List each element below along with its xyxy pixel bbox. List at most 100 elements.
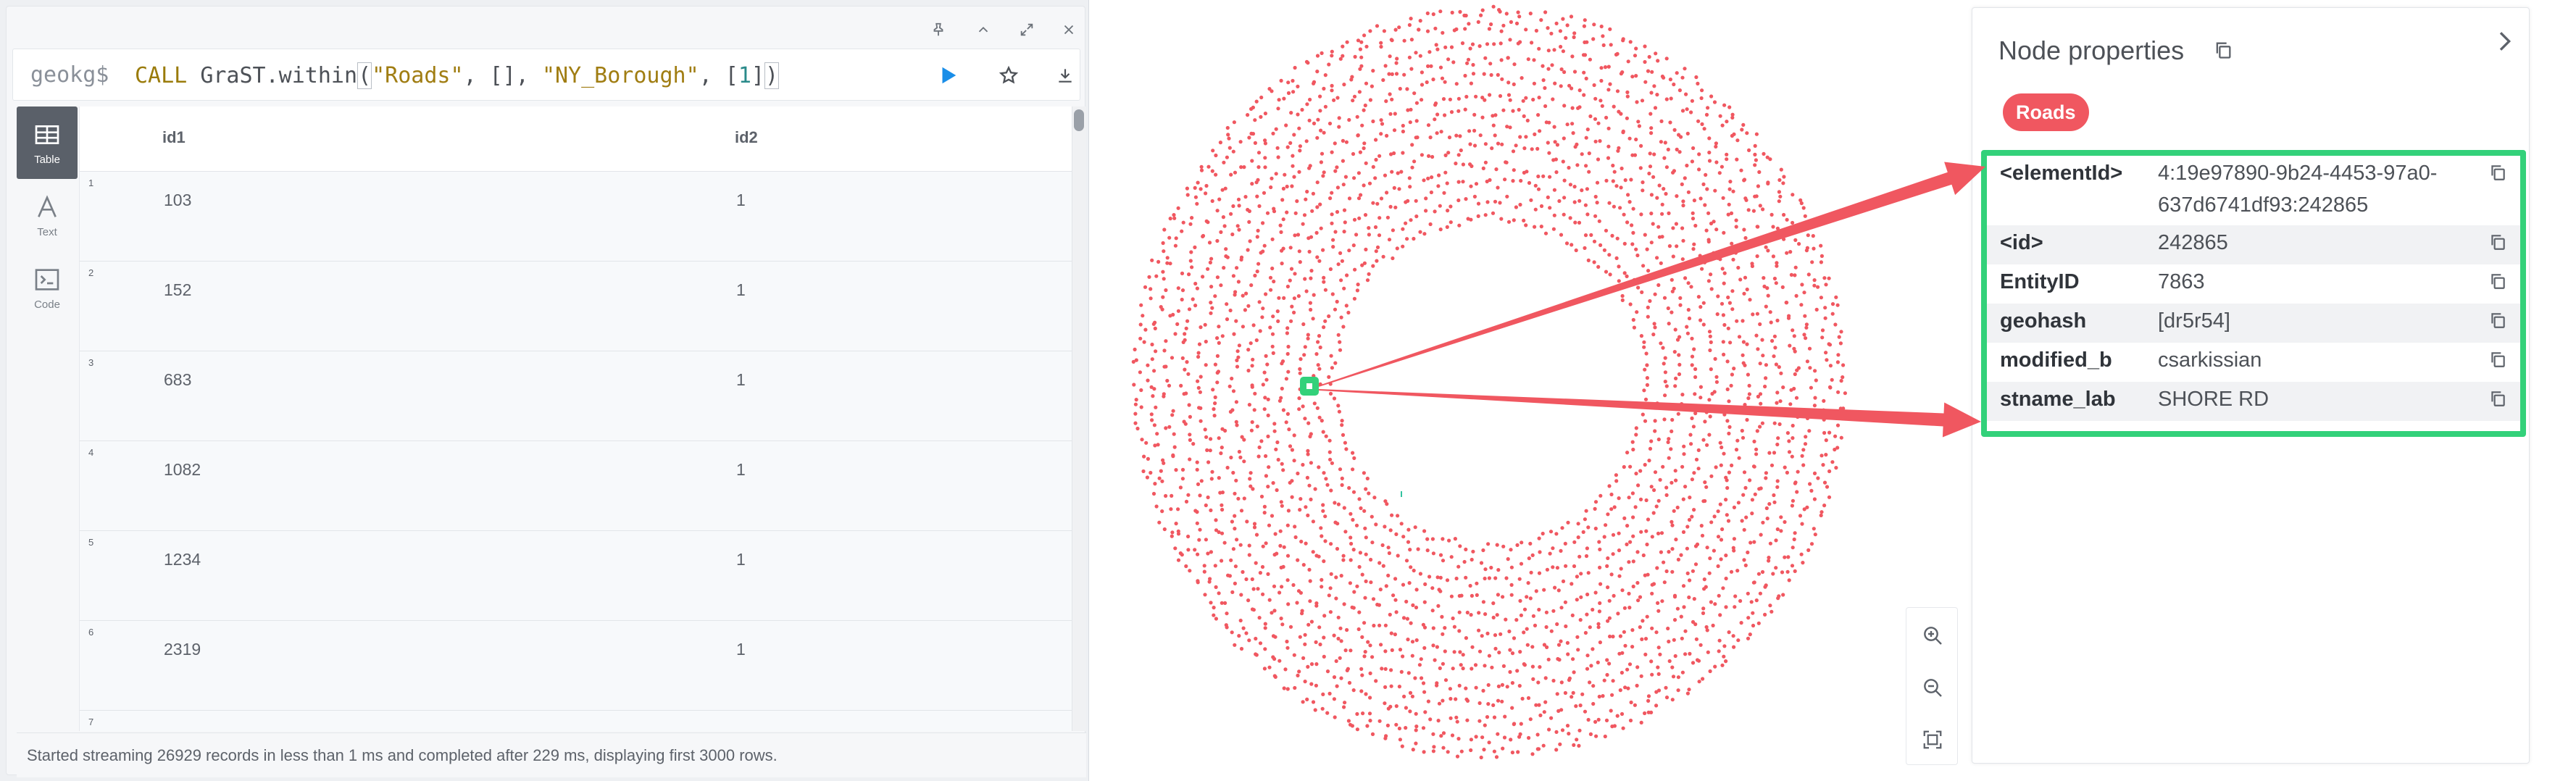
graph-node[interactable] (1483, 98, 1487, 102)
graph-node[interactable] (1667, 322, 1671, 326)
graph-node[interactable] (1218, 141, 1222, 145)
graph-node[interactable] (1463, 27, 1467, 31)
graph-node[interactable] (1408, 690, 1413, 696)
graph-node[interactable] (1598, 99, 1603, 103)
graph-node[interactable] (1663, 393, 1667, 398)
graph-node[interactable] (1681, 238, 1685, 243)
graph-node[interactable] (1572, 743, 1576, 747)
graph-node[interactable] (1340, 476, 1344, 481)
graph-node[interactable] (1356, 283, 1360, 287)
graph-node[interactable] (1534, 589, 1538, 593)
graph-canvas[interactable] (1090, 0, 1971, 781)
graph-node[interactable] (1176, 206, 1180, 210)
graph-node[interactable] (1363, 650, 1367, 654)
graph-node[interactable] (1804, 325, 1809, 330)
graph-node[interactable] (1664, 271, 1668, 275)
graph-node[interactable] (1787, 578, 1791, 582)
graph-node[interactable] (1430, 537, 1435, 541)
graph-node[interactable] (1401, 582, 1406, 587)
graph-node[interactable] (1220, 601, 1224, 605)
graph-node[interactable] (1410, 143, 1414, 147)
graph-node[interactable] (1679, 614, 1683, 619)
graph-node[interactable] (1642, 345, 1646, 349)
graph-node[interactable] (1220, 559, 1224, 563)
graph-node[interactable] (1286, 80, 1291, 85)
graph-node[interactable] (1514, 618, 1519, 622)
graph-node[interactable] (1461, 667, 1465, 671)
graph-node[interactable] (1694, 637, 1698, 641)
graph-node[interactable] (1233, 527, 1237, 531)
graph-node[interactable] (1433, 117, 1437, 122)
graph-node[interactable] (1176, 507, 1180, 511)
graph-node[interactable] (1743, 275, 1748, 280)
graph-node[interactable] (1475, 581, 1479, 585)
graph-node[interactable] (1757, 487, 1762, 491)
graph-node[interactable] (1222, 266, 1226, 270)
graph-node[interactable] (1465, 61, 1470, 65)
graph-node[interactable] (1572, 540, 1577, 544)
graph-node[interactable] (1299, 497, 1303, 501)
graph-node[interactable] (1457, 593, 1462, 598)
graph-node[interactable] (1686, 281, 1691, 285)
graph-node[interactable] (1209, 550, 1213, 554)
graph-node[interactable] (1225, 155, 1229, 159)
graph-node[interactable] (1172, 445, 1177, 449)
graph-node[interactable] (1576, 535, 1580, 540)
graph-node[interactable] (1583, 630, 1588, 635)
graph-node[interactable] (1348, 581, 1352, 585)
scrollbar-thumb[interactable] (1074, 109, 1084, 131)
graph-node[interactable] (1822, 504, 1827, 508)
graph-node[interactable] (1553, 81, 1557, 85)
graph-node[interactable] (1838, 341, 1843, 346)
graph-node[interactable] (1375, 245, 1380, 249)
graph-node[interactable] (1423, 582, 1427, 587)
graph-node[interactable] (1170, 356, 1175, 360)
graph-node[interactable] (1635, 665, 1640, 669)
chevron-up-icon[interactable] (969, 15, 998, 44)
graph-node[interactable] (1501, 108, 1506, 112)
close-icon[interactable] (1054, 15, 1083, 44)
graph-node[interactable] (1802, 507, 1806, 511)
graph-node[interactable] (1286, 369, 1291, 374)
graph-node[interactable] (1373, 176, 1377, 180)
graph-node[interactable] (1667, 211, 1671, 215)
graph-node[interactable] (1483, 612, 1488, 617)
graph-node[interactable] (1533, 225, 1537, 229)
graph-node[interactable] (1414, 214, 1419, 219)
graph-node[interactable] (1706, 279, 1711, 283)
graph-node[interactable] (1342, 506, 1346, 510)
graph-node[interactable] (1617, 496, 1621, 501)
graph-node[interactable] (1464, 697, 1469, 701)
graph-node[interactable] (1173, 332, 1177, 336)
graph-node[interactable] (1768, 604, 1772, 608)
graph-node[interactable] (1209, 285, 1214, 289)
graph-node[interactable] (1630, 491, 1635, 496)
graph-node[interactable] (1693, 223, 1698, 228)
graph-node[interactable] (1342, 705, 1346, 709)
graph-node[interactable] (1286, 602, 1291, 606)
graph-node[interactable] (1470, 667, 1474, 671)
graph-node[interactable] (1233, 170, 1238, 175)
graph-node[interactable] (1312, 121, 1317, 125)
graph-node[interactable] (1638, 497, 1643, 502)
graph-node[interactable] (1356, 133, 1360, 138)
graph-node[interactable] (1615, 89, 1620, 93)
graph-node[interactable] (1279, 617, 1283, 621)
graph-node[interactable] (1726, 295, 1730, 300)
graph-node[interactable] (1263, 165, 1267, 170)
graph-node[interactable] (1706, 650, 1710, 654)
graph-node[interactable] (1321, 430, 1325, 434)
graph-node[interactable] (1206, 551, 1210, 556)
graph-node[interactable] (1332, 697, 1336, 701)
graph-node[interactable] (1762, 151, 1766, 156)
graph-node[interactable] (1246, 598, 1251, 603)
graph-node[interactable] (1770, 212, 1774, 217)
graph-node[interactable] (1147, 275, 1151, 279)
graph-node[interactable] (1597, 609, 1601, 614)
graph-node[interactable] (1599, 78, 1604, 83)
graph-node[interactable] (1182, 419, 1186, 424)
graph-node[interactable] (1610, 724, 1614, 729)
graph-node[interactable] (1635, 253, 1640, 258)
graph-node[interactable] (1266, 434, 1270, 439)
graph-node[interactable] (1756, 621, 1761, 625)
